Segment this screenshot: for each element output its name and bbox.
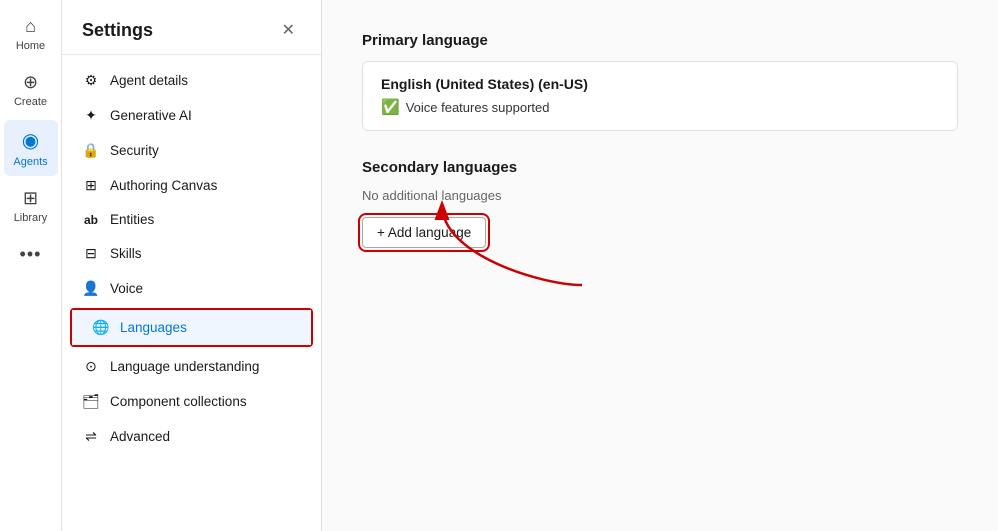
language-understanding-icon: ⊙ [82,358,100,375]
sidebar-item-security[interactable]: 🔒 Security [62,133,321,168]
sidebar-item-voice[interactable]: 👤 Voice [62,271,321,306]
sidebar-item-advanced-label: Advanced [110,429,170,444]
nav-library-label: Library [14,212,48,224]
check-icon: ✅ [381,98,400,116]
sidebar-item-entities[interactable]: ab Entities [62,203,321,236]
library-icon: ⊞ [23,188,38,209]
settings-nav-menu: ⚙ Agent details ✦ Generative AI 🔒 Securi… [62,55,321,531]
primary-language-card: English (United States) (en-US) ✅ Voice … [362,61,958,131]
sidebar-item-language-understanding[interactable]: ⊙ Language understanding [62,349,321,384]
sidebar-item-languages-label: Languages [120,320,187,335]
sidebar-item-generative-ai[interactable]: ✦ Generative AI [62,98,321,133]
agents-icon: ◉ [22,128,39,153]
entities-icon: ab [82,213,100,227]
main-content: Primary language English (United States)… [322,0,998,531]
generative-ai-icon: ✦ [82,107,100,124]
left-nav: ⌂ Home ⊕ Create ◉ Agents ⊞ Library ••• [0,0,62,531]
primary-language-title: Primary language [362,32,958,49]
add-language-button[interactable]: + Add language [362,217,486,248]
skills-icon: ⊟ [82,245,100,262]
sidebar-item-authoring-canvas-label: Authoring Canvas [110,178,217,193]
nav-create-label: Create [14,96,47,108]
agent-details-icon: ⚙ [82,72,100,89]
language-name: English (United States) (en-US) [381,76,939,92]
sidebar-item-agent-details-label: Agent details [110,73,188,88]
sidebar-item-language-understanding-label: Language understanding [110,359,259,374]
settings-panel: Settings ✕ ⚙ Agent details ✦ Generative … [62,0,322,531]
close-button[interactable]: ✕ [276,18,301,42]
more-icon: ••• [20,244,42,265]
voice-supported: ✅ Voice features supported [381,98,939,116]
settings-title: Settings [82,20,153,41]
nav-home-label: Home [16,40,45,52]
secondary-language-title: Secondary languages [362,159,958,176]
component-collections-icon: 🗂 [82,393,100,410]
sidebar-item-component-collections[interactable]: 🗂 Component collections [62,384,321,419]
home-icon: ⌂ [25,16,36,37]
nav-agents-label: Agents [13,156,47,168]
settings-header: Settings ✕ [62,0,321,55]
nav-library[interactable]: ⊞ Library [4,180,58,232]
languages-icon: 🌐 [92,319,110,336]
authoring-canvas-icon: ⊞ [82,177,100,194]
no-additional-languages-text: No additional languages [362,188,958,203]
nav-home[interactable]: ⌂ Home [4,8,58,60]
sidebar-item-skills-label: Skills [110,246,142,261]
create-icon: ⊕ [23,72,38,93]
advanced-icon: ⇌ [82,428,100,445]
sidebar-item-languages[interactable]: 🌐 Languages [72,310,311,345]
primary-language-section: Primary language English (United States)… [362,32,958,131]
nav-agents[interactable]: ◉ Agents [4,120,58,176]
sidebar-item-voice-label: Voice [110,281,143,296]
nav-create[interactable]: ⊕ Create [4,64,58,116]
sidebar-item-authoring-canvas[interactable]: ⊞ Authoring Canvas [62,168,321,203]
sidebar-item-generative-ai-label: Generative AI [110,108,192,123]
security-icon: 🔒 [82,142,100,159]
nav-more[interactable]: ••• [4,236,58,273]
sidebar-item-security-label: Security [110,143,159,158]
voice-supported-label: Voice features supported [406,100,550,115]
sidebar-item-advanced[interactable]: ⇌ Advanced [62,419,321,454]
sidebar-item-agent-details[interactable]: ⚙ Agent details [62,63,321,98]
secondary-language-section: Secondary languages No additional langua… [362,159,958,248]
add-language-button-label: + Add language [377,225,471,240]
sidebar-item-entities-label: Entities [110,212,154,227]
voice-icon: 👤 [82,280,100,297]
sidebar-item-component-collections-label: Component collections [110,394,247,409]
sidebar-item-skills[interactable]: ⊟ Skills [62,236,321,271]
